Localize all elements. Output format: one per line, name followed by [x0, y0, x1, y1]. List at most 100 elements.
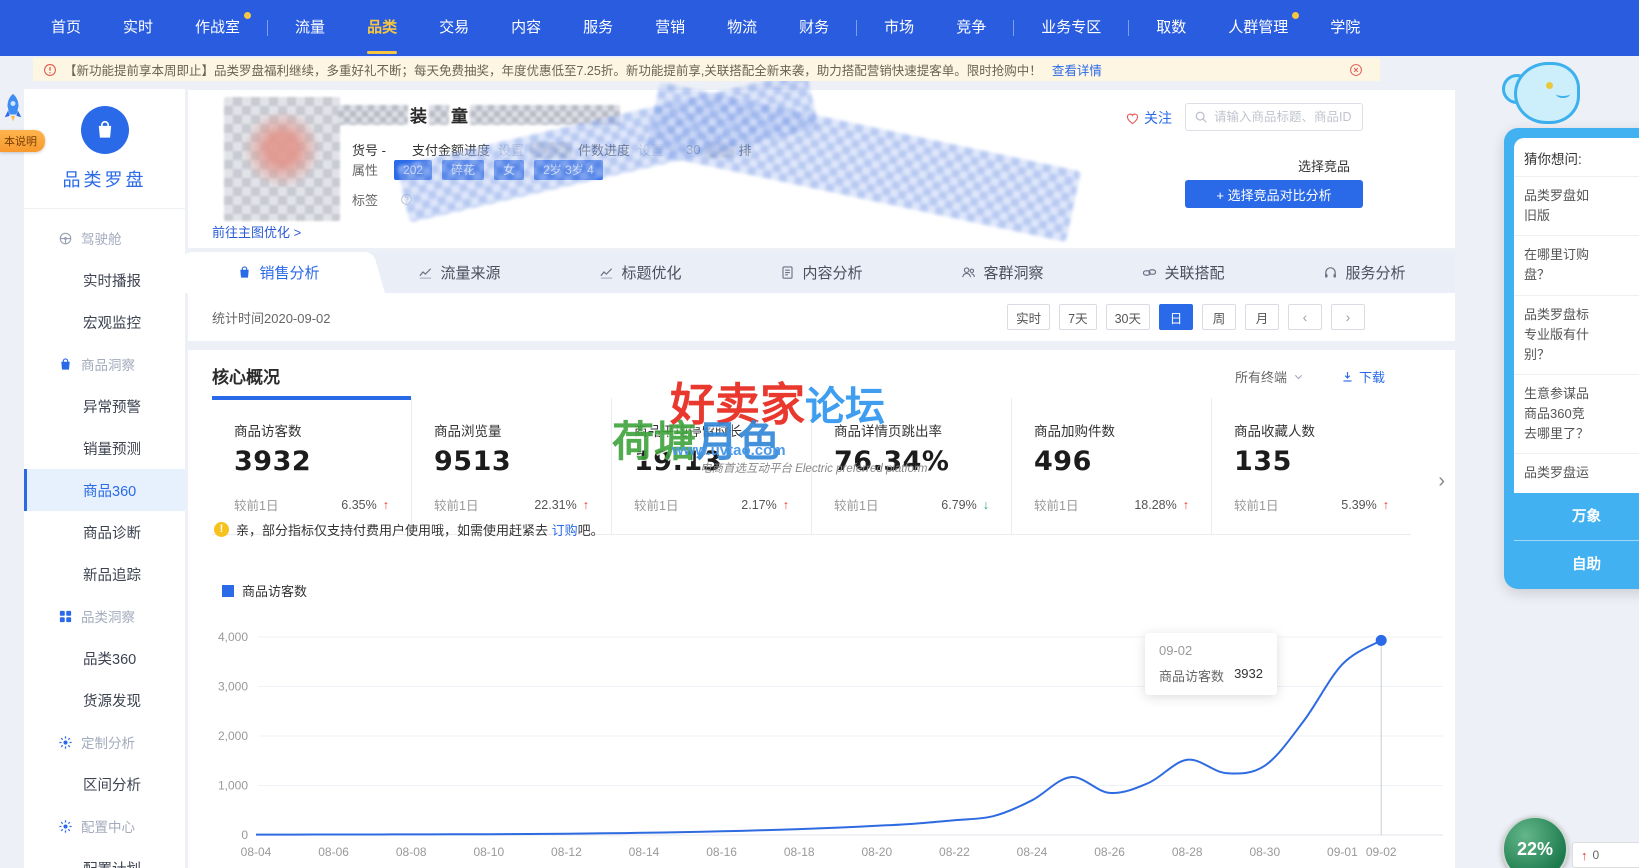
kpi-title: 商品加购件数	[1034, 424, 1115, 439]
help-button-0[interactable]: 万象	[1514, 493, 1639, 541]
close-icon[interactable]	[1349, 63, 1363, 77]
blur-overlay	[645, 82, 1081, 242]
prev-period-button[interactable]: ‹	[1288, 304, 1322, 330]
help-question-1[interactable]: 在哪里订购 盘？	[1514, 236, 1639, 296]
sidebar-item-6[interactable]: 商品360	[24, 469, 185, 511]
nav-item-0[interactable]: 首页	[30, 0, 102, 56]
tab-1[interactable]: 流量来源	[369, 252, 550, 293]
product-title: 装 童	[338, 102, 620, 127]
sidebar-item-4[interactable]: 异常预警	[24, 385, 185, 427]
sidebar-item-1[interactable]: 实时播报	[24, 259, 185, 301]
kpi-card-3[interactable]: 商品详情页跳出率 76.34% 较前1日 6.79% ↓	[811, 398, 1011, 534]
kpi-card-4[interactable]: 商品加购件数 496 较前1日 18.28% ↑	[1011, 398, 1211, 534]
tab-0[interactable]: 销售分析	[188, 252, 369, 293]
nav-item-6[interactable]: 内容	[490, 0, 562, 56]
sidebar-item-13[interactable]: 区间分析	[24, 763, 185, 805]
mascot[interactable]	[1500, 60, 1584, 132]
kpi-card-0[interactable]: 商品访客数 3932 较前1日 6.35% ↑	[212, 396, 411, 534]
sidebar-item-5[interactable]: 销量预测	[24, 427, 185, 469]
svg-text:3,000: 3,000	[218, 680, 248, 694]
svg-text:08-04: 08-04	[241, 845, 272, 859]
nav-item-12[interactable]: 竞争	[935, 0, 1007, 56]
compare-competitor-button[interactable]: + 选择竞品对比分析	[1185, 180, 1363, 208]
terminal-dropdown[interactable]: 所有终端	[1235, 367, 1305, 386]
range-日[interactable]: 日	[1159, 304, 1193, 330]
tab-3[interactable]: 内容分析	[731, 252, 912, 293]
nav-item-16[interactable]: 学院	[1309, 0, 1381, 56]
nav-item-13[interactable]: 业务专区	[1020, 0, 1122, 56]
range-7天[interactable]: 7天	[1059, 304, 1097, 330]
sidebar-item-8[interactable]: 新品追踪	[24, 553, 185, 595]
attr-tag[interactable]: 2岁 3岁 4	[534, 160, 603, 180]
optimize-main-image-link[interactable]: 前往主图优化 >	[212, 222, 301, 241]
kpi-card-2[interactable]: 商品平均停留时长 19.13 较前1日 2.17% ↑	[611, 398, 811, 534]
help-question-2[interactable]: 品类罗盘标 专业版有什 别？	[1514, 296, 1639, 375]
tab-4[interactable]: 客群洞察	[912, 252, 1093, 293]
blurred-text	[704, 141, 735, 158]
headset-icon	[1323, 265, 1338, 280]
rocket-icon[interactable]	[2, 92, 24, 133]
nav-item-8[interactable]: 营销	[634, 0, 706, 56]
nav-item-4[interactable]: 品类	[346, 0, 418, 56]
chart-tooltip: 09-02 商品访客数 3932	[1145, 633, 1277, 695]
help-questions: 品类罗盘如 旧版 在哪里订购 盘？ 品类罗盘标 专业版有什 别？ 生意参谋品 商品360竞 去哪里…	[1514, 177, 1639, 493]
download-button[interactable]: 下载	[1341, 367, 1385, 386]
nav-item-10[interactable]: 财务	[778, 0, 850, 56]
nav-item-5[interactable]: 交易	[418, 0, 490, 56]
nav-divider	[267, 20, 269, 36]
sidebar-item-10[interactable]: 品类360	[24, 637, 185, 679]
carousel-next-arrow[interactable]: ›	[1438, 470, 1445, 493]
nav-item-9[interactable]: 物流	[706, 0, 778, 56]
help-question-3[interactable]: 生意参谋品 商品360竞 去哪里了？	[1514, 375, 1639, 455]
nav-item-14[interactable]: 取数	[1135, 0, 1207, 56]
sidebar-item-2[interactable]: 宏观监控	[24, 301, 185, 343]
sidebar-item-15[interactable]: 配置计划	[24, 847, 185, 868]
product-tag-row: 标签	[352, 190, 413, 209]
next-period-button[interactable]: ›	[1331, 304, 1365, 330]
kpi-card-1[interactable]: 商品浏览量 9513 较前1日 22.31% ↑	[411, 398, 611, 534]
help-panel: 猜你想问: 品类罗盘如 旧版 在哪里订购 盘？ 品类罗盘标 专业版有什 别？ 生意参谋品 商品3…	[1504, 128, 1639, 589]
nav-item-2[interactable]: 作战室	[174, 0, 261, 56]
version-note-pill[interactable]: 本说明	[0, 130, 45, 152]
search-input[interactable]	[1214, 110, 1354, 124]
settings-link[interactable]: 设置	[638, 140, 664, 159]
svg-text:08-28: 08-28	[1172, 845, 1203, 859]
range-月[interactable]: 月	[1245, 304, 1279, 330]
attr-tag[interactable]: 202	[394, 160, 433, 180]
help-question-0[interactable]: 品类罗盘如 旧版	[1514, 177, 1639, 237]
chart-legend[interactable]: 商品访客数	[222, 581, 307, 600]
tab-5[interactable]: 关联搭配	[1093, 252, 1274, 293]
heart-icon	[1125, 111, 1140, 126]
range-30天[interactable]: 30天	[1105, 304, 1150, 330]
question-icon[interactable]	[400, 193, 413, 206]
order-link[interactable]: 订购	[552, 523, 578, 538]
ticker-change: 0	[1592, 848, 1600, 862]
nav-item-11[interactable]: 市场	[863, 0, 935, 56]
help-question-4[interactable]: 品类罗盘运	[1514, 454, 1639, 492]
trend-icon	[418, 265, 433, 280]
download-icon	[1341, 370, 1354, 383]
attr-tag[interactable]: 碎花	[442, 160, 485, 180]
nav-item-7[interactable]: 服务	[562, 0, 634, 56]
product-attr-row: 属性 202 碎花女 2岁 3岁 4	[352, 160, 613, 180]
nav-item-3[interactable]: 流量	[274, 0, 346, 56]
range-周[interactable]: 周	[1202, 304, 1236, 330]
range-实时[interactable]: 实时	[1007, 304, 1051, 330]
follow-button[interactable]: 关注	[1125, 108, 1172, 128]
nav-item-1[interactable]: 实时	[102, 0, 174, 56]
sidebar-section-9: 品类洞察	[24, 595, 185, 637]
ticker-widget[interactable]: 22% ↑ 0	[1502, 816, 1639, 868]
help-button-1[interactable]: 自助	[1514, 541, 1639, 589]
date-toolbar: 统计时间2020-09-02 实时 7天 30天日周月 ‹ ›	[188, 293, 1455, 341]
svg-text:09-02: 09-02	[1366, 845, 1397, 859]
tab-6[interactable]: 服务分析	[1274, 252, 1455, 293]
attr-tag[interactable]: 女	[494, 160, 525, 180]
sidebar-item-11[interactable]: 货源发现	[24, 679, 185, 721]
paid-feature-tip: ! 亲，部分指标仅支持付费用户使用哦，如需使用赶紧去 订购吧。	[214, 520, 604, 539]
settings-link[interactable]: 设置	[498, 140, 524, 159]
notice-detail-link[interactable]: 查看详情	[1052, 60, 1102, 79]
nav-item-15[interactable]: 人群管理	[1207, 0, 1309, 56]
kpi-card-5[interactable]: 商品收藏人数 135 较前1日 5.39% ↑	[1211, 398, 1411, 534]
sidebar-item-7[interactable]: 商品诊断	[24, 511, 185, 553]
tab-2[interactable]: 标题优化	[550, 252, 731, 293]
